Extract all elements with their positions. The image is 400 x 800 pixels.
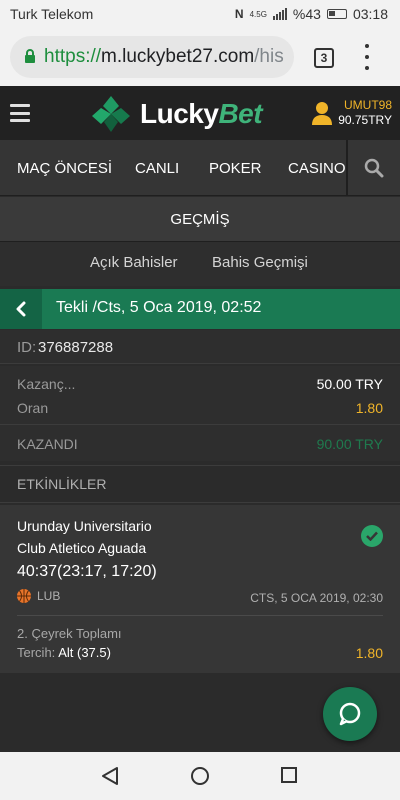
luckybet-logo[interactable]: LuckyBet — [86, 94, 263, 134]
result-label: KAZANDI — [17, 436, 78, 452]
bet-detail-header: Tekli /Cts, 5 Oca 2019, 02:52 — [0, 289, 400, 329]
home-circle-icon[interactable] — [190, 766, 210, 786]
nav-item-poker[interactable]: POKER — [209, 160, 262, 177]
league-name: LUB — [37, 589, 61, 603]
logo-text-lucky: Lucky — [140, 98, 219, 129]
team-away: Club Atletico Aguada — [17, 540, 147, 556]
nfc-icon: N — [234, 7, 244, 21]
league-info: LUB — [17, 589, 60, 603]
chevron-left-icon — [16, 301, 26, 317]
search-button[interactable] — [346, 140, 400, 196]
url-scheme: https:// — [44, 46, 102, 67]
stake-label: Kazanç... — [17, 376, 76, 392]
tab-open-bets[interactable]: Açık Bahisler — [90, 254, 178, 271]
selection-odds: 1.80 — [355, 645, 383, 661]
address-bar[interactable]: https://m.luckybet27.com/his — [10, 36, 294, 78]
clock: 03:18 — [352, 6, 388, 22]
logo-text-bet: Bet — [218, 98, 263, 129]
username: UMUT98 — [343, 98, 392, 112]
basketball-icon — [17, 589, 31, 603]
url-host: m.luckybet27.com — [101, 46, 255, 67]
battery-percent: %43 — [292, 6, 321, 22]
browser-toolbar: https://m.luckybet27.com/his 3 — [0, 28, 400, 86]
payout-value: 90.00 TRY — [316, 436, 383, 452]
selection-value: Alt (37.5) — [58, 645, 111, 660]
won-check-icon — [361, 525, 383, 547]
lock-icon — [24, 48, 36, 66]
network-type: 4.5G — [249, 9, 267, 19]
stake-value: 50.00 TRY — [316, 376, 383, 392]
bet-title: Tekli /Cts, 5 Oca 2019, 02:52 — [56, 299, 262, 316]
event-card: Urunday Universitario Club Atletico Agua… — [0, 505, 400, 673]
bet-id-row: ID: 376887288 — [0, 330, 400, 364]
events-header: ETKİNLİKLER — [0, 465, 400, 503]
browser-menu-icon[interactable] — [362, 44, 372, 70]
app-header: LuckyBet UMUT98 90.75TRY — [0, 86, 400, 140]
nav-item-live[interactable]: CANLI — [135, 160, 179, 177]
events-title: ETKİNLİKLER — [17, 476, 107, 492]
signal-icon — [272, 8, 287, 20]
battery-icon — [326, 9, 347, 19]
status-bar: Turk Telekom N 4.5G %43 03:18 — [0, 0, 400, 28]
selection-label: Tercih: — [17, 645, 56, 660]
bet-id-label: ID: — [17, 339, 37, 356]
main-nav: MAÇ ÖNCESİ CANLI POKER CASINO — [0, 140, 400, 196]
account-balance: 90.75TRY — [338, 113, 392, 127]
tab-switcher-button[interactable]: 3 — [314, 48, 334, 68]
user-icon — [312, 101, 333, 125]
page-title: GEÇMİŞ — [0, 197, 400, 242]
odds-value: 1.80 — [355, 400, 383, 416]
recents-square-icon[interactable] — [280, 766, 298, 784]
hamburger-menu-icon[interactable] — [10, 104, 30, 122]
odds-label: Oran — [17, 400, 49, 416]
status-icons: N 4.5G %43 03:18 — [235, 6, 388, 22]
system-nav-bar — [0, 752, 400, 800]
search-icon — [364, 158, 384, 178]
summary-divider — [0, 424, 400, 425]
bet-id-value: 376887288 — [38, 339, 114, 356]
tab-bet-history[interactable]: Bahis Geçmişi — [212, 254, 308, 271]
back-button[interactable] — [0, 289, 42, 329]
nav-item-prematch[interactable]: MAÇ ÖNCESİ — [17, 160, 112, 177]
nav-item-casino[interactable]: CASINO — [288, 160, 346, 177]
chat-bubble-icon — [339, 702, 361, 726]
user-account[interactable]: UMUT98 90.75TRY — [312, 98, 392, 128]
carrier-name: Turk Telekom — [10, 6, 94, 22]
history-tabs: Açık Bahisler Bahis Geçmişi — [0, 242, 400, 286]
bet-summary: Kazanç... 50.00 TRY Oran 1.80 KAZANDI 90… — [0, 366, 400, 461]
live-chat-button[interactable] — [323, 687, 377, 741]
url-path: /his — [254, 46, 284, 67]
market-name: 2. Çeyrek Toplamı — [17, 626, 122, 641]
team-home: Urunday Universitario — [17, 518, 152, 534]
event-date: CTS, 5 OCA 2019, 02:30 — [250, 591, 383, 605]
back-triangle-icon[interactable] — [101, 766, 119, 786]
clover-logo-icon — [86, 94, 136, 134]
selection: Tercih: Alt (37.5) — [17, 645, 111, 660]
event-divider — [17, 615, 383, 616]
event-score: 40:37(23:17, 17:20) — [17, 563, 157, 580]
